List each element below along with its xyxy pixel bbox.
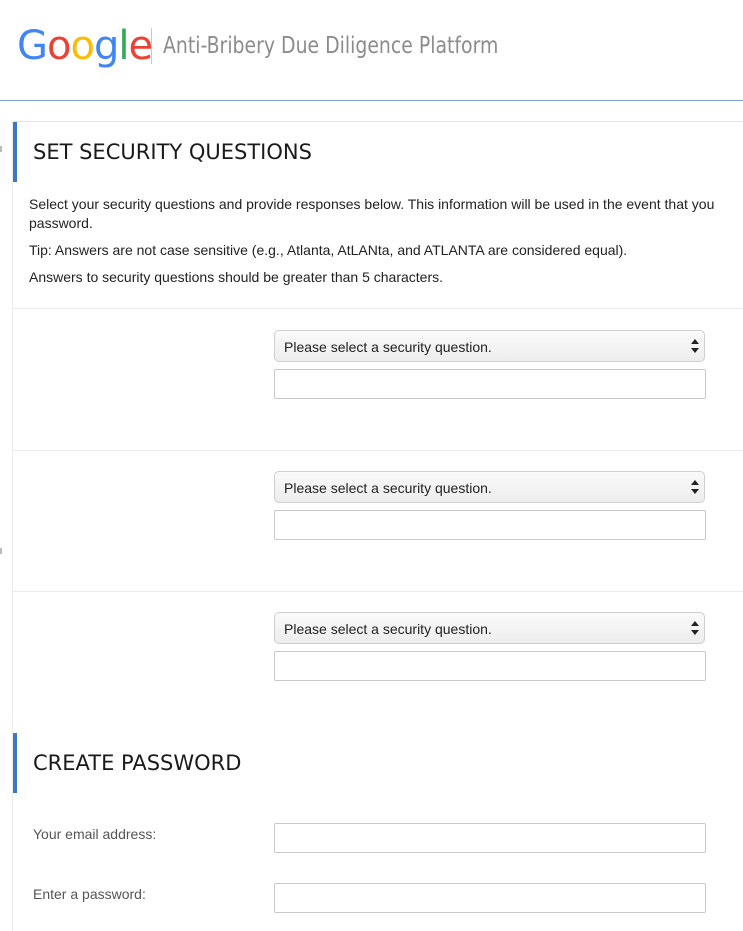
header-divider xyxy=(151,28,152,64)
answer-length-rule: Answers to security questions should be … xyxy=(29,269,443,285)
security-answer-input-1[interactable] xyxy=(274,369,706,399)
content-panel: SET SECURITY QUESTIONS Select your secur… xyxy=(12,121,743,931)
page-edge-mark xyxy=(0,146,2,152)
row-divider xyxy=(13,450,743,451)
section-accent-bar xyxy=(13,122,17,182)
section-accent-bar xyxy=(13,733,17,793)
up-down-chevron-icon xyxy=(691,621,699,635)
up-down-chevron-icon xyxy=(691,339,699,353)
security-questions-heading: SET SECURITY QUESTIONS xyxy=(13,122,743,182)
up-down-chevron-icon xyxy=(691,480,699,494)
app-header: Google Anti-Bribery Due Diligence Platfo… xyxy=(0,0,743,101)
security-answer-input-2[interactable] xyxy=(274,510,706,540)
security-instructions: Select your security questions and provi… xyxy=(29,195,743,295)
instructions-text-continued: password. xyxy=(29,215,93,231)
email-label: Your email address: xyxy=(33,826,157,842)
select-value: Please select a security question. xyxy=(284,339,492,355)
password-label: Enter a password: xyxy=(33,886,146,902)
select-value: Please select a security question. xyxy=(284,621,492,637)
password-field[interactable] xyxy=(274,883,706,913)
create-password-heading: CREATE PASSWORD xyxy=(13,733,743,793)
row-divider xyxy=(13,308,743,309)
security-question-select-3[interactable]: Please select a security question. xyxy=(274,612,705,644)
section-title: CREATE PASSWORD xyxy=(33,751,242,775)
security-question-select-2[interactable]: Please select a security question. xyxy=(274,471,705,503)
instructions-text: Select your security questions and provi… xyxy=(29,196,715,212)
google-logo: Google xyxy=(17,23,153,69)
case-sensitivity-tip: Tip: Answers are not case sensitive (e.g… xyxy=(29,242,628,258)
email-field[interactable] xyxy=(274,823,706,853)
section-title: SET SECURITY QUESTIONS xyxy=(33,140,312,164)
page: Google Anti-Bribery Due Diligence Platfo… xyxy=(0,0,743,931)
security-answer-input-3[interactable] xyxy=(274,651,706,681)
security-question-select-1[interactable]: Please select a security question. xyxy=(274,330,705,362)
page-edge-mark xyxy=(0,548,2,554)
row-divider xyxy=(13,591,743,592)
platform-title: Anti-Bribery Due Diligence Platform xyxy=(163,33,499,59)
select-value: Please select a security question. xyxy=(284,480,492,496)
